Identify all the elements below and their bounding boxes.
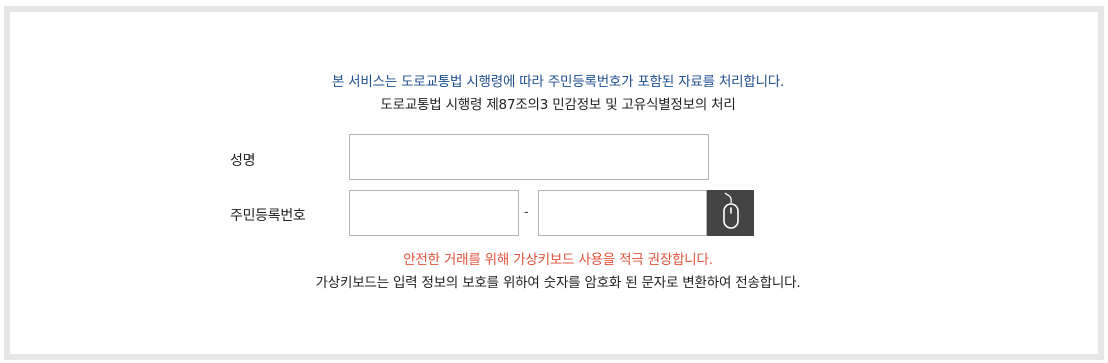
virtual-keyboard-info: 가상키보드는 입력 정보의 보호를 위하여 숫자를 암호화 된 문자로 변환하여… xyxy=(315,275,801,291)
service-notice: 본 서비스는 도로교통법 시행령에 따라 주민등록번호가 포함된 자료를 처리합… xyxy=(331,74,785,90)
legal-basis-notice: 도로교통법 시행령 제87조의3 민감정보 및 고유식별정보의 처리 xyxy=(380,97,736,113)
rrn-separator: - xyxy=(524,205,529,220)
virtual-keyboard-warning: 안전한 거래를 위해 가상키보드 사용을 적극 권장합니다. xyxy=(403,252,713,268)
name-input[interactable] xyxy=(349,134,709,180)
rrn-front-input[interactable] xyxy=(349,190,519,236)
rrn-back-input[interactable] xyxy=(538,190,707,236)
virtual-keyboard-button[interactable] xyxy=(707,190,754,236)
form-panel: 본 서비스는 도로교통법 시행령에 따라 주민등록번호가 포함된 자료를 처리합… xyxy=(4,6,1104,360)
rrn-label: 주민등록번호 xyxy=(230,208,306,224)
mouse-icon xyxy=(716,191,746,235)
name-label: 성명 xyxy=(230,153,256,169)
